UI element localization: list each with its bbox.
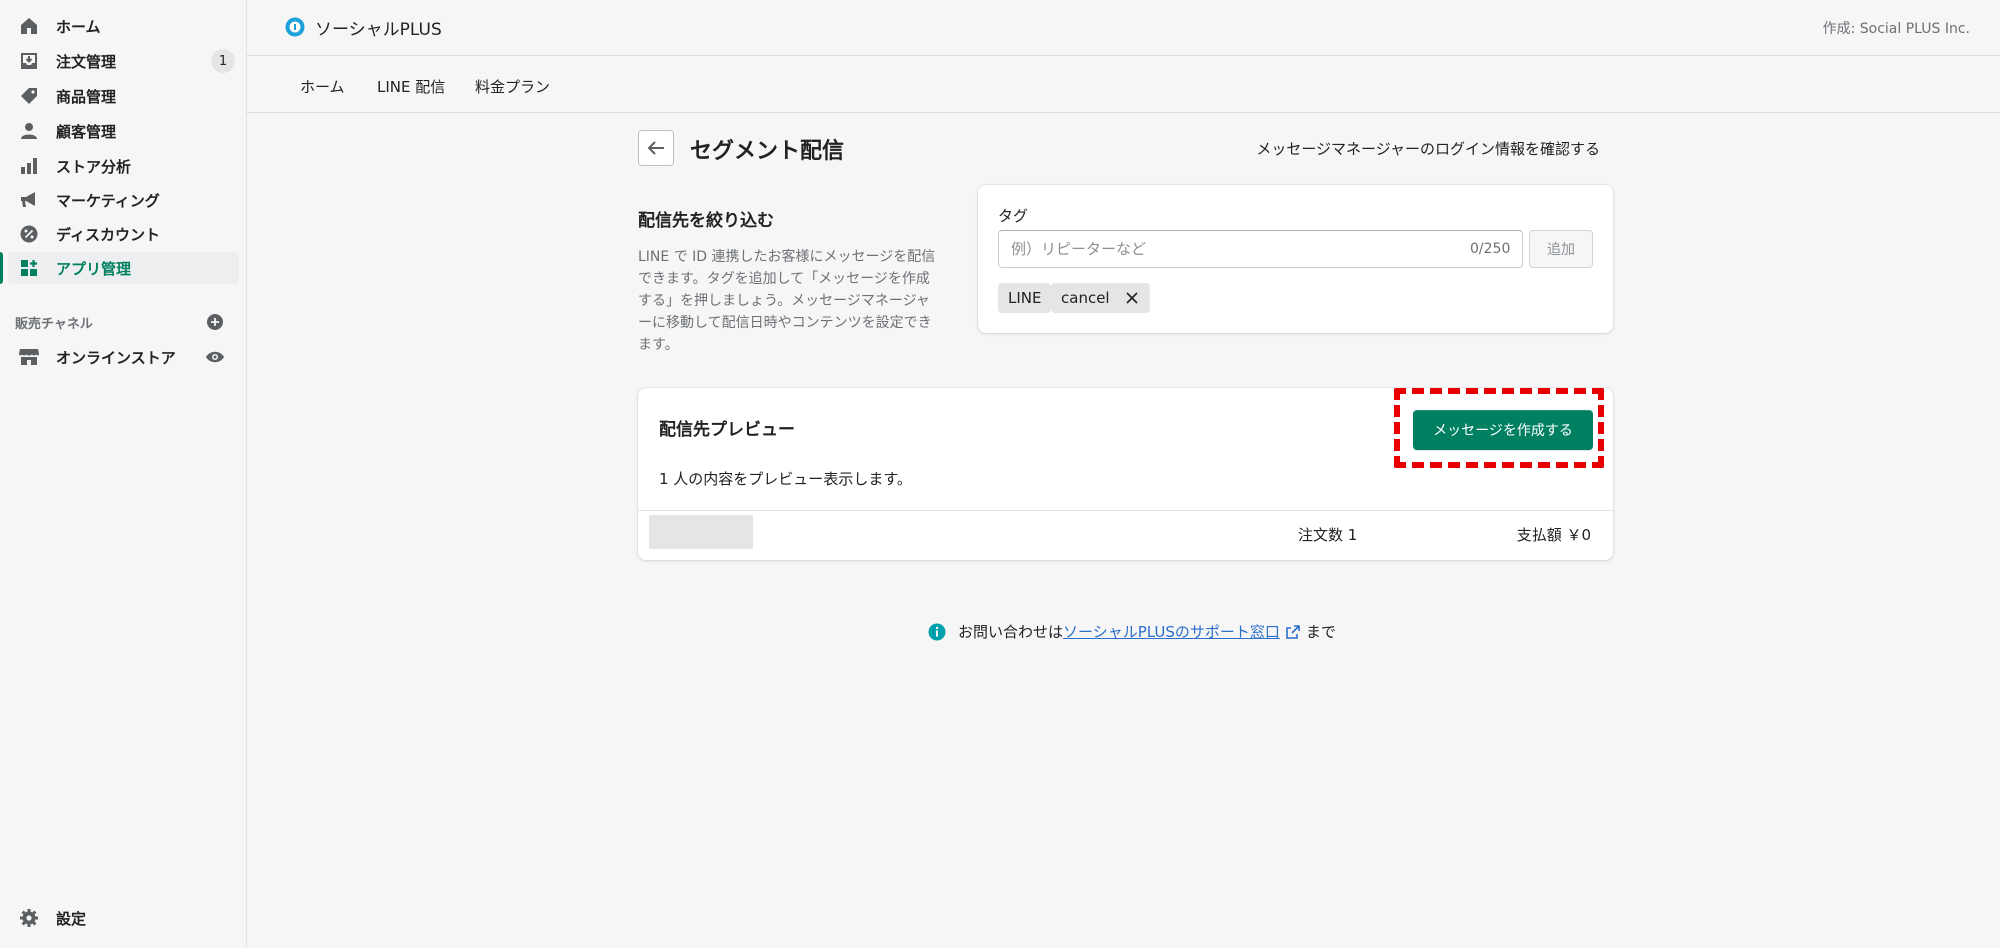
sidebar-item-label: マーケティング — [56, 191, 160, 210]
sidebar-item-label: 設定 — [56, 909, 87, 928]
person-icon — [18, 120, 40, 142]
sidebar-item-marketing[interactable]: マーケティング — [8, 184, 239, 216]
tab-line-delivery[interactable]: LINE 配信 — [377, 76, 445, 97]
divider — [638, 510, 1613, 511]
sidebar-item-online-store[interactable]: オンラインストア — [8, 341, 239, 373]
tab-pricing[interactable]: 料金プラン — [475, 76, 550, 97]
arrow-left-icon — [647, 141, 664, 155]
store-icon — [18, 346, 40, 368]
info-icon — [928, 623, 946, 640]
sidebar-item-settings[interactable]: 設定 — [8, 902, 239, 934]
add-channel-icon[interactable] — [206, 313, 224, 331]
page-title: セグメント配信 — [690, 139, 845, 164]
megaphone-icon — [18, 189, 40, 211]
tag-card: タグ 0/250 追加 LINE cancel — [978, 185, 1613, 333]
back-button[interactable] — [638, 130, 674, 166]
tag-label: タグ — [998, 207, 1029, 225]
preview-card: 配信先プレビュー メッセージを作成する 1 人の内容をプレビュー表示します。 注… — [638, 388, 1613, 560]
order-count: 注文数 1 — [1298, 526, 1358, 544]
sidebar-item-label: 注文管理 — [56, 52, 117, 71]
tag-chip-label: cancel — [1061, 289, 1110, 307]
app-author: 作成: Social PLUS Inc. — [1822, 21, 1970, 37]
order-count-badge: 1 — [211, 49, 235, 73]
sidebar-item-discounts[interactable]: ディスカウント — [8, 218, 239, 250]
support-link[interactable]: ソーシャルPLUSのサポート窓口 — [1063, 621, 1280, 642]
tag-chip-label: LINE — [1008, 289, 1042, 307]
sidebar-item-label: 商品管理 — [56, 87, 117, 106]
filter-description: LINE で ID 連携したお客様にメッセージを配信できます。タグを追加して「メ… — [638, 249, 936, 353]
sidebar-item-home[interactable]: ホーム — [8, 10, 239, 42]
tag-char-count: 0/250 — [1470, 241, 1511, 257]
sidebar-item-label: ストア分析 — [56, 157, 132, 176]
eye-icon[interactable] — [205, 347, 225, 367]
sidebar-item-label: アプリ管理 — [56, 259, 132, 278]
app-name: ソーシャルPLUS — [315, 20, 442, 40]
support-note: お問い合わせは ソーシャルPLUSのサポート窓口 まで — [928, 621, 1336, 642]
preview-title: 配信先プレビュー — [659, 420, 795, 440]
external-link-icon — [1286, 624, 1300, 639]
app-topbar: ソーシャルPLUS 作成: Social PLUS Inc. — [247, 0, 2000, 56]
gear-icon — [18, 907, 40, 929]
app-logo-icon — [285, 17, 305, 37]
sidebar-item-orders[interactable]: 注文管理 1 — [8, 45, 239, 77]
active-indicator — [0, 252, 3, 284]
customer-name-placeholder — [649, 515, 753, 549]
tag-chip-line: LINE — [998, 283, 1052, 313]
sidebar-item-customers[interactable]: 顧客管理 — [8, 115, 239, 147]
preview-description: 1 人の内容をプレビュー表示します。 — [659, 470, 912, 488]
tab-home[interactable]: ホーム — [300, 76, 345, 97]
sidebar-item-analytics[interactable]: ストア分析 — [8, 150, 239, 182]
analytics-icon — [18, 155, 40, 177]
support-prefix: お問い合わせは — [958, 623, 1064, 641]
sales-channels-title: 販売チャネル — [15, 317, 93, 332]
sidebar-item-apps[interactable]: アプリ管理 — [8, 252, 239, 284]
tag-input[interactable] — [998, 230, 1523, 268]
apps-icon — [18, 257, 40, 279]
close-icon[interactable] — [1124, 290, 1140, 306]
support-suffix: まで — [1305, 623, 1336, 641]
sidebar: ホーム 注文管理 1 商品管理 顧客管理 ストア分析 マーケティング ディスカウ… — [0, 0, 247, 948]
tag-icon — [18, 85, 40, 107]
sidebar-item-label: 顧客管理 — [56, 122, 117, 141]
app-subnav: ホーム LINE 配信 料金プラン — [247, 57, 2000, 113]
home-icon — [18, 15, 40, 37]
filter-heading: 配信先を絞り込む — [638, 211, 774, 231]
tag-chip-cancel: cancel — [1051, 283, 1150, 313]
login-info-link[interactable]: メッセージマネージャーのログイン情報を確認する — [1256, 138, 1600, 159]
discount-icon — [18, 223, 40, 245]
sidebar-item-products[interactable]: 商品管理 — [8, 80, 239, 112]
sidebar-item-label: オンラインストア — [56, 348, 176, 367]
sidebar-item-label: ホーム — [56, 17, 101, 36]
paid-amount: 支払額 ￥0 — [1516, 526, 1591, 544]
sidebar-item-label: ディスカウント — [56, 225, 160, 244]
create-message-button[interactable]: メッセージを作成する — [1413, 410, 1593, 450]
orders-icon — [18, 50, 40, 72]
add-tag-button[interactable]: 追加 — [1529, 230, 1593, 268]
